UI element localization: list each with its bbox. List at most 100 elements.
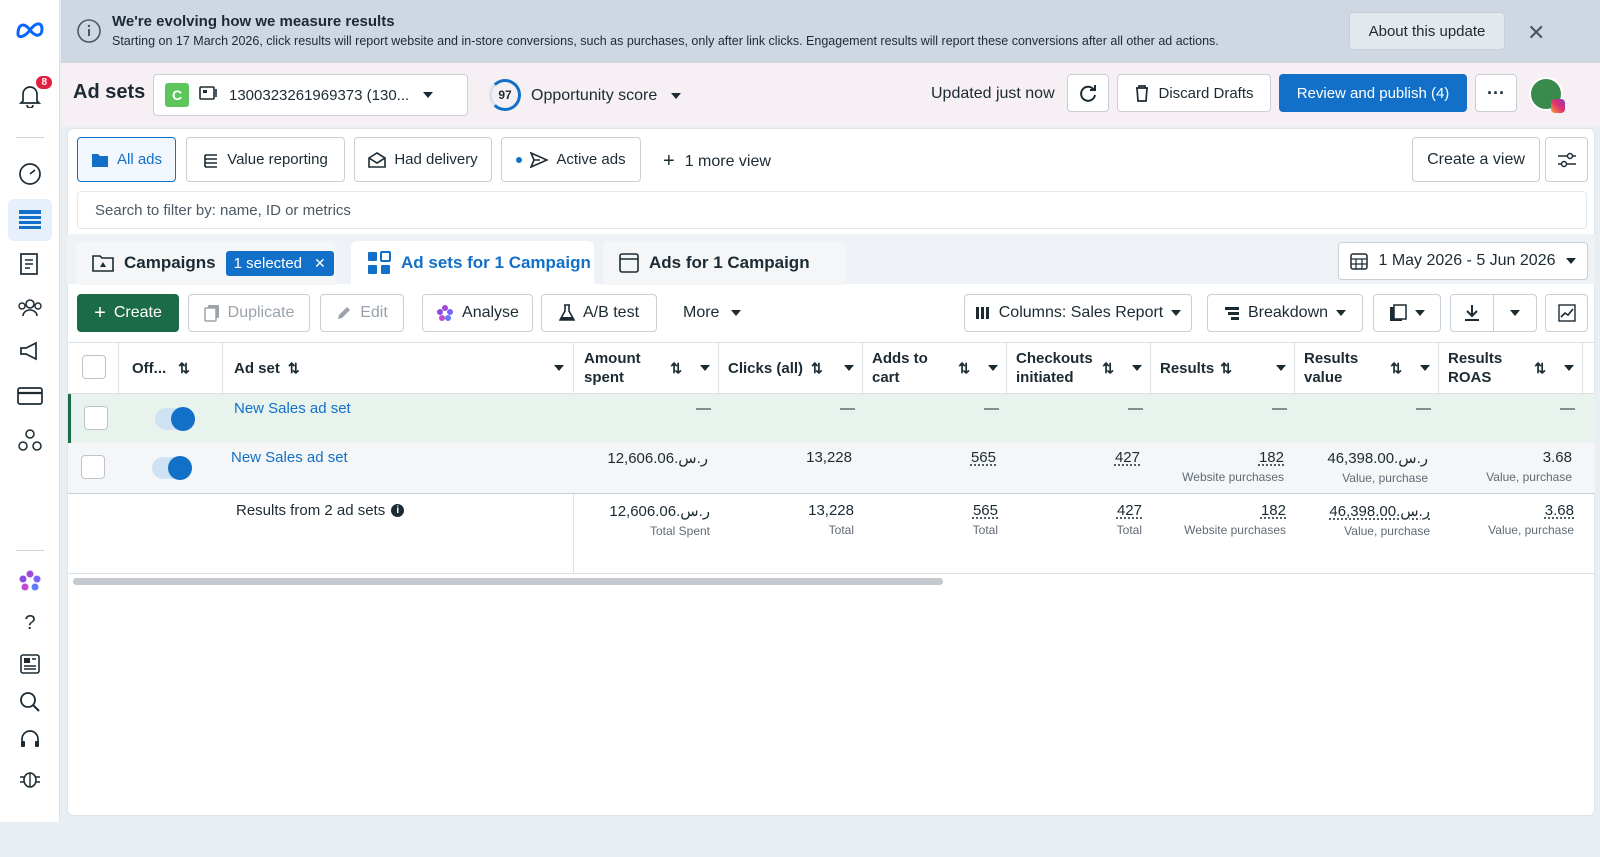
column-header-results[interactable]: Results ⇅ [1160,342,1286,394]
view-value-reporting[interactable]: Value reporting [186,137,345,182]
ads-manager-table-icon[interactable] [8,199,52,241]
column-header-off-on[interactable]: Off... ⇅ [132,342,222,394]
checkouts-cell[interactable]: 427 [1000,449,1140,466]
table-row[interactable]: New Sales ad set — — — — — — — [68,394,1595,443]
opportunity-score-dropdown[interactable]: Opportunity score [531,87,682,105]
ab-test-button[interactable]: A/B test [541,294,657,332]
close-icon[interactable]: ✕ [1527,20,1545,46]
chevron-down-icon[interactable] [700,365,710,371]
meta-logo-icon[interactable] [14,14,46,46]
support-headset-icon[interactable] [14,724,46,756]
tab-ad-sets[interactable]: Ad sets for 1 Campaign [351,241,594,285]
columns-selector[interactable]: Columns: Sales Report [964,294,1192,332]
view-had-delivery[interactable]: Had delivery [354,137,492,182]
column-header-results-value[interactable]: Results value ⇅ [1304,342,1430,394]
tab-campaigns[interactable]: Campaigns 1 selected ✕ [76,241,336,285]
sort-icon[interactable]: ⇅ [811,359,823,378]
opportunity-score-gauge[interactable]: 97 [489,79,521,111]
export-button[interactable] [1450,294,1494,332]
more-views-button[interactable]: + 1 more view [663,150,771,173]
results-value[interactable]: 182 [1259,449,1284,466]
business-network-icon[interactable] [14,424,46,456]
discard-drafts-button[interactable]: Discard Drafts [1117,74,1271,112]
search-icon[interactable] [14,686,46,718]
column-header-ad-set[interactable]: Ad set ⇅ [234,342,564,394]
adds-to-cart-cell[interactable]: 565 [856,449,996,466]
horizontal-scrollbar[interactable] [73,578,943,585]
sort-icon[interactable]: ⇅ [1390,359,1402,378]
column-header-results-roas[interactable]: Results ROAS ⇅ [1448,342,1574,394]
chevron-down-icon[interactable] [1132,365,1142,371]
column-divider [222,342,223,394]
selected-filter-chip[interactable]: 1 selected ✕ [225,250,334,276]
megaphone-icon[interactable] [14,335,46,367]
adset-name-link[interactable]: New Sales ad set [234,400,351,417]
duplicate-button[interactable]: Duplicate [188,294,310,332]
chevron-down-icon[interactable] [554,365,564,371]
meta-ai-flower-icon[interactable] [14,565,46,597]
on-off-toggle[interactable] [152,456,192,480]
row-checkbox[interactable] [81,455,105,479]
view-active-ads[interactable]: Active ads [501,137,641,182]
reports-icon[interactable] [14,248,46,280]
adset-name-link[interactable]: New Sales ad set [231,449,348,466]
table-row[interactable]: New Sales ad set 12,606.06.ر.س 13,228 56… [68,443,1595,493]
view-settings-button[interactable] [1545,137,1588,182]
create-view-button[interactable]: Create a view [1412,137,1540,182]
view-all-ads[interactable]: All ads [77,137,176,182]
chevron-down-icon[interactable] [1276,365,1286,371]
sort-icon[interactable]: ⇅ [958,359,970,378]
edit-button[interactable]: Edit [320,294,404,332]
review-and-publish-button[interactable]: Review and publish (4) [1279,74,1467,112]
chevron-down-icon[interactable] [988,365,998,371]
news-feed-icon[interactable] [14,648,46,680]
summary-adds[interactable]: 565 [973,502,998,519]
sort-icon[interactable]: ⇅ [1220,359,1232,378]
about-update-button[interactable]: About this update [1349,12,1505,50]
sort-icon[interactable]: ⇅ [1102,359,1114,378]
dashboard-gauge-icon[interactable] [14,158,46,190]
column-header-adds-to-cart[interactable]: Adds to cart ⇅ [872,342,998,394]
column-header-amount-spent[interactable]: Amount spent ⇅ [584,342,710,394]
summary-value[interactable]: 46,398.00.ر.س [1329,503,1430,520]
select-all-checkbox[interactable] [82,355,106,379]
chevron-down-icon[interactable] [844,365,854,371]
chevron-down-icon[interactable] [1564,365,1574,371]
help-question-icon[interactable]: ? [14,607,46,639]
more-actions-dropdown[interactable]: More [683,304,742,322]
summary-results[interactable]: 182 [1261,502,1286,519]
row-checkbox[interactable] [84,406,108,430]
export-options-button[interactable] [1493,294,1537,332]
info-icon[interactable]: i [391,504,405,517]
breakdown-selector[interactable]: Breakdown [1207,294,1363,332]
clear-selection-icon[interactable]: ✕ [314,255,326,272]
sort-icon[interactable]: ⇅ [178,359,190,378]
tab-ads[interactable]: Ads for 1 Campaign [603,241,846,285]
summary-roas[interactable]: 3.68 [1545,502,1574,519]
col-checkouts-line1: Checkouts [1016,350,1093,367]
sort-icon[interactable]: ⇅ [1534,359,1546,378]
more-options-icon[interactable]: ··· [1475,74,1517,112]
date-range-picker[interactable]: 1 May 2026 - 5 Jun 2026 [1338,242,1588,280]
analyse-button[interactable]: Analyse [422,294,533,332]
search-input[interactable]: Search to filter by: name, ID or metrics [77,191,1587,229]
ad-account-selector[interactable]: C 1300323261969373 (130... [153,74,468,116]
create-button[interactable]: + Create [77,294,179,332]
sort-icon[interactable]: ⇅ [288,359,300,378]
chevron-down-icon[interactable] [1420,365,1430,371]
column-header-clicks[interactable]: Clicks (all) ⇅ [728,342,854,394]
billing-card-icon[interactable] [14,380,46,412]
on-off-toggle[interactable] [155,407,195,431]
column-header-checkouts[interactable]: Checkouts initiated ⇅ [1016,342,1142,394]
sort-icon[interactable]: ⇅ [670,359,682,378]
notifications-icon[interactable]: 8 [14,76,52,112]
report-bug-icon[interactable] [14,762,46,794]
avatar[interactable] [1529,77,1565,113]
charts-button[interactable] [1545,294,1588,332]
chevron-down-icon [1171,310,1182,316]
reports-dropdown-button[interactable] [1373,294,1441,332]
audiences-icon[interactable] [14,292,46,324]
refresh-button[interactable] [1067,74,1109,112]
summary-checkouts[interactable]: 427 [1117,502,1142,519]
column-divider [1150,342,1151,394]
